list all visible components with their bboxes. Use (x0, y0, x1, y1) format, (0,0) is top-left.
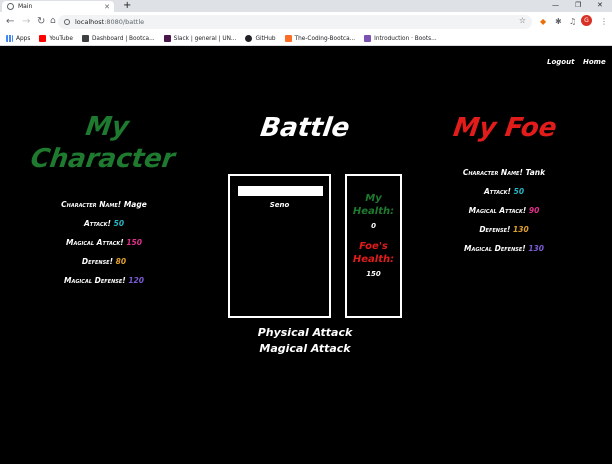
foe-magical-attack-stat: Magical Attack! 90 (468, 206, 540, 215)
my-name-stat: Character Name! Mage (61, 200, 147, 209)
slack-icon (163, 35, 171, 42)
foe-magical-defense-stat: Magical Defense! 130 (463, 244, 544, 253)
youtube-icon (39, 35, 47, 42)
window-close-icon[interactable]: ✕ (597, 0, 603, 11)
battle-heading: Battle (258, 113, 352, 143)
minimize-icon[interactable]: — (552, 0, 559, 11)
profile-avatar[interactable]: G (581, 15, 592, 26)
logout-link[interactable]: Logout (547, 58, 574, 66)
bootstrap-icon (364, 35, 372, 42)
bookmarks-bar: Apps YouTube Dashboard | Bootca... Slack… (0, 32, 612, 46)
home-icon[interactable]: ⌂ (50, 15, 56, 28)
bookmark-slack[interactable]: Slack | general | UN... (163, 35, 236, 42)
foe-defense-stat: Defense! 130 (479, 225, 529, 234)
new-tab-button[interactable]: + (123, 0, 131, 11)
close-tab-icon[interactable]: ✕ (104, 3, 110, 11)
bookmark-apps[interactable]: Apps (6, 35, 30, 42)
bookmark-youtube[interactable]: YouTube (39, 35, 73, 42)
bookmark-bootstrap[interactable]: Introduction · Boots... (364, 35, 437, 42)
puzzle-icon[interactable]: ✱ (555, 16, 562, 27)
health-box: My Health: 0 Foe's Health: 150 (345, 174, 402, 318)
url-text: localhost:8080/battle (75, 18, 145, 26)
my-defense-stat: Defense! 80 (81, 257, 127, 266)
media-icon[interactable]: ♫ (569, 16, 576, 27)
info-icon[interactable] (64, 19, 70, 25)
battle-log-box: Seno (228, 174, 331, 318)
tab-title: Main (18, 3, 33, 10)
restore-icon[interactable]: ❐ (575, 0, 581, 11)
battle-page: Logout Home My Character Character Name!… (0, 46, 612, 464)
my-character-heading: My Character (28, 112, 177, 174)
browser-tab[interactable]: Main ✕ (2, 1, 114, 12)
foe-name-stat: Character Name! Tank (462, 168, 546, 177)
my-health-label: My Health: (352, 193, 395, 217)
github-icon (245, 35, 253, 42)
foe-health-value: 150 (366, 270, 381, 278)
my-magical-defense-stat: Magical Defense! 120 (63, 276, 144, 285)
bookmark-star-icon[interactable]: ☆ (519, 16, 526, 25)
browser-tab-bar: Main ✕ + — ❐ ✕ (0, 0, 612, 12)
my-magical-attack-stat: Magical Attack! 150 (66, 238, 142, 247)
gitlab-icon (284, 35, 292, 42)
foe-health-label: Foe's Health: (352, 241, 395, 265)
my-foe-stats: Character Name! Tank Attack! 50 Magical … (424, 168, 584, 263)
menu-icon[interactable]: ⋮ (600, 16, 608, 27)
bookmark-github[interactable]: GitHub (245, 35, 276, 42)
foe-attack-stat: Attack! 50 (483, 187, 525, 196)
my-character-stats: Character Name! Mage Attack! 50 Magical … (24, 200, 184, 295)
battle-log-text: Seno (269, 201, 290, 209)
back-icon[interactable]: ← (6, 15, 14, 28)
my-attack-stat: Attack! 50 (83, 219, 125, 228)
battle-progress-bar (238, 186, 323, 196)
my-health-value: 0 (371, 222, 376, 230)
reload-icon[interactable]: ↻ (37, 15, 45, 28)
home-link[interactable]: Home (583, 58, 606, 66)
forward-icon[interactable]: → (22, 15, 30, 28)
globe-icon (7, 3, 14, 10)
browser-toolbar: ← → ↻ ⌂ localhost:8080/battle ☆ ◆ ✱ ♫ ⋮ (0, 12, 612, 32)
extension-icon[interactable]: ◆ (540, 16, 546, 27)
apps-icon (6, 35, 13, 42)
magical-attack-button[interactable]: Magical Attack (230, 342, 380, 355)
bookmark-gitlab[interactable]: The-Coding-Bootca... (284, 35, 355, 42)
address-bar[interactable]: localhost:8080/battle ☆ (58, 15, 532, 29)
bookmark-dashboard[interactable]: Dashboard | Bootca... (81, 35, 155, 42)
physical-attack-button[interactable]: Physical Attack (230, 326, 380, 339)
page-icon (81, 35, 89, 42)
my-foe-heading: My Foe (451, 113, 559, 143)
